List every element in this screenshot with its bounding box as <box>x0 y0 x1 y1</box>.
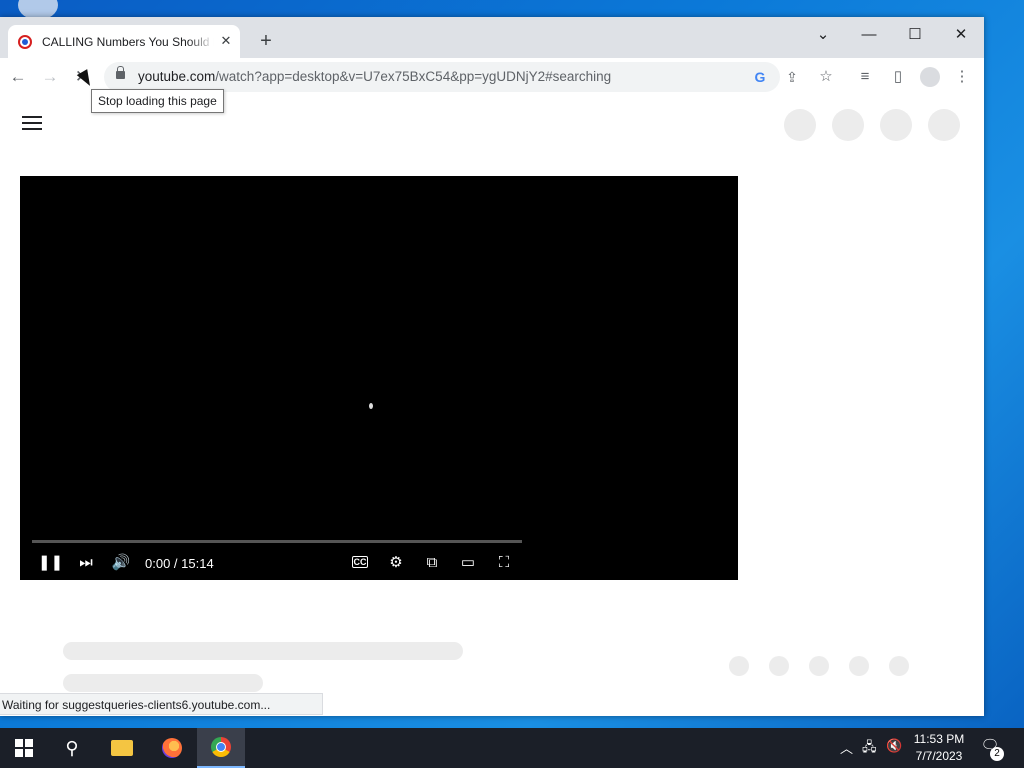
minimize-button[interactable]: — <box>854 23 884 47</box>
action-placeholder <box>809 656 829 676</box>
hamburger-menu-icon[interactable] <box>22 116 42 130</box>
firefox-icon[interactable] <box>148 728 196 768</box>
start-button[interactable] <box>0 728 48 768</box>
action-placeholder <box>769 656 789 676</box>
bookmark-star-icon[interactable]: ☆ <box>816 67 836 87</box>
url-host: youtube.com <box>138 69 216 84</box>
profile-avatar-icon[interactable] <box>920 67 940 87</box>
stop-loading-tooltip: Stop loading this page <box>91 89 224 113</box>
header-placeholder <box>784 109 816 141</box>
taskbar: ⚲ ︿ 🖧 🔇 11:53 PM 7/7/2023 🗨 2 <box>0 728 1024 768</box>
tab-strip: CALLING Numbers You Should Never Call ✕ … <box>0 17 984 58</box>
windows-logo-icon <box>15 739 33 757</box>
header-placeholder <box>832 109 864 141</box>
page-content: ❚❚ ⏭ 🔊 0:00 / 15:14 CC ⚙ ⧉ ▭ ⛶ <box>0 96 984 716</box>
network-icon[interactable]: 🖧 <box>862 738 877 760</box>
tab-search-chevron-icon[interactable]: ⌄ <box>808 23 838 47</box>
pause-button[interactable]: ❚❚ <box>38 551 63 575</box>
theater-mode-button[interactable]: ▭ <box>456 551 480 575</box>
new-tab-button[interactable]: + <box>256 31 276 51</box>
file-explorer-icon[interactable] <box>98 728 146 768</box>
url-path: /watch?app=desktop&v=U7ex75BxC54&pp=ygUD… <box>215 69 612 84</box>
volume-muted-icon[interactable]: 🔇 <box>886 738 902 754</box>
status-bubble: Waiting for suggestqueries-clients6.yout… <box>0 693 323 715</box>
kebab-menu-icon[interactable]: ⋮ <box>952 67 972 87</box>
video-player[interactable]: ❚❚ ⏭ 🔊 0:00 / 15:14 CC ⚙ ⧉ ▭ ⛶ <box>20 176 738 580</box>
notification-count-badge: 2 <box>990 747 1004 761</box>
media-queue-icon[interactable]: ≡ <box>855 67 875 87</box>
tab-close-icon[interactable]: ✕ <box>218 33 234 49</box>
action-placeholder <box>729 656 749 676</box>
clock-date: 7/7/2023 <box>915 749 963 763</box>
miniplayer-button[interactable]: ⧉ <box>420 551 444 575</box>
header-placeholder <box>880 109 912 141</box>
time-display: 0:00 / 15:14 <box>145 556 214 571</box>
fullscreen-button[interactable]: ⛶ <box>492 551 516 575</box>
tab-youtube-video[interactable]: CALLING Numbers You Should Never Call ✕ <box>8 25 240 58</box>
url-text[interactable]: youtube.com/watch?app=desktop&v=U7ex75Bx… <box>138 69 611 84</box>
side-panel-icon[interactable]: ▯ <box>888 67 908 87</box>
volume-icon[interactable]: 🔊 <box>109 551 133 575</box>
tab-title: CALLING Numbers You Should Never Call <box>42 34 214 49</box>
progress-bar[interactable] <box>32 540 522 543</box>
address-bar[interactable]: youtube.com/watch?app=desktop&v=U7ex75Bx… <box>104 62 798 92</box>
google-icon[interactable]: G <box>750 67 770 87</box>
maximize-button[interactable]: ☐ <box>900 23 930 47</box>
lock-icon[interactable] <box>116 66 125 79</box>
header-placeholder <box>928 109 960 141</box>
clock-time: 11:53 PM <box>913 732 965 746</box>
channel-placeholder <box>63 674 263 692</box>
forward-button[interactable]: → <box>39 66 61 88</box>
action-placeholder <box>849 656 869 676</box>
captions-button[interactable]: CC <box>348 551 372 575</box>
search-icon[interactable]: ⚲ <box>48 728 96 768</box>
action-placeholder <box>889 656 909 676</box>
show-hidden-icons-chevron-icon[interactable]: ︿ <box>840 738 853 757</box>
back-button[interactable]: ← <box>7 66 29 88</box>
share-icon[interactable]: ⇪ <box>782 67 802 87</box>
taskbar-clock[interactable]: 11:53 PM 7/7/2023 <box>908 731 970 765</box>
settings-gear-icon[interactable]: ⚙ <box>384 551 408 575</box>
title-placeholder <box>63 642 463 660</box>
browser-window: CALLING Numbers You Should Never Call ✕ … <box>0 17 984 716</box>
next-button[interactable]: ⏭ <box>74 551 98 575</box>
loading-spinner <box>369 403 373 409</box>
youtube-favicon-icon <box>18 34 32 49</box>
chrome-icon[interactable] <box>197 728 245 768</box>
close-window-button[interactable]: ✕ <box>946 23 976 47</box>
